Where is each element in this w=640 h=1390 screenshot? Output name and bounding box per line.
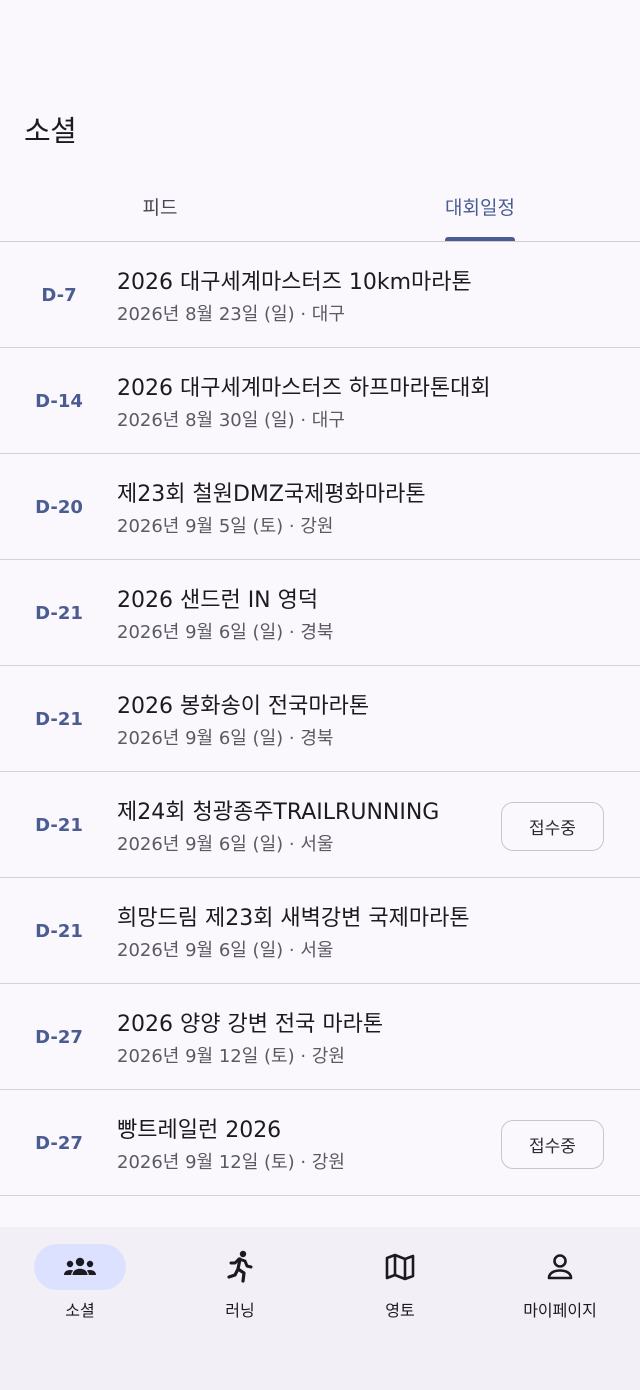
event-name: 2026 양양 강변 전국 마라톤 (117, 1012, 384, 1037)
nav-label: 영토 (385, 1301, 415, 1320)
event-list[interactable]: D-7 2026 대구세계마스터즈 10km마라톤 2026년 8월 23일 (… (0, 242, 640, 1227)
event-date-location: 2026년 9월 6일 (일) · 경북 (117, 622, 334, 643)
event-row[interactable]: D-27 빵트레일런 2026 2026년 9월 12일 (토) · 강원 접수… (0, 1090, 640, 1196)
tab-bar: 피드 대회일정 (0, 170, 640, 242)
dday-badge: D-21 (35, 920, 83, 942)
nav-active-indicator (34, 1244, 126, 1290)
nav-icon-container (354, 1244, 446, 1290)
nav-mypage[interactable]: 마이페이지 (480, 1244, 640, 1334)
event-date-location: 2026년 9월 6일 (일) · 경북 (117, 728, 334, 749)
event-row[interactable]: D-21 2026 샌드런 IN 영덕 2026년 9월 6일 (일) · 경북 (0, 560, 640, 666)
event-name: 2026 샌드런 IN 영덕 (117, 588, 319, 613)
event-date-location: 2026년 9월 12일 (토) · 강원 (117, 1152, 345, 1173)
map-icon (385, 1253, 415, 1281)
active-tab-indicator (445, 237, 515, 241)
event-row[interactable]: D-21 제24회 청광종주TRAILRUNNING 2026년 9월 6일 (… (0, 772, 640, 878)
event-name: 제24회 청광종주TRAILRUNNING (117, 800, 440, 825)
running-icon (227, 1250, 253, 1283)
event-name: 2026 대구세계마스터즈 10km마라톤 (117, 270, 472, 295)
event-date-location: 2026년 8월 23일 (일) · 대구 (117, 304, 345, 325)
dday-badge: D-21 (35, 602, 83, 624)
dday-badge: D-21 (35, 708, 83, 730)
event-name: 빵트레일런 2026 (117, 1118, 282, 1143)
nav-running[interactable]: 러닝 (160, 1244, 320, 1334)
dday-badge: D-27 (35, 1026, 83, 1048)
event-name: 제23회 철원DMZ국제평화마라톤 (117, 482, 426, 507)
event-row[interactable]: D-14 2026 대구세계마스터즈 하프마라톤대회 2026년 8월 30일 … (0, 348, 640, 454)
bottom-navigation: 소셜 러닝 영토 마이페이지 (0, 1227, 640, 1390)
registration-open-button[interactable]: 접수중 (501, 802, 604, 851)
event-row[interactable]: D-7 2026 대구세계마스터즈 10km마라톤 2026년 8월 23일 (… (0, 242, 640, 348)
tab-feed[interactable]: 피드 (0, 170, 320, 242)
event-name: 희망드림 제23회 새벽강변 국제마라톤 (117, 906, 470, 931)
dday-badge: D-7 (41, 284, 77, 306)
event-name: 2026 대구세계마스터즈 하프마라톤대회 (117, 376, 491, 401)
registration-open-button[interactable]: 접수중 (501, 1120, 604, 1169)
dday-badge: D-20 (35, 496, 83, 518)
nav-label: 소셜 (65, 1301, 95, 1320)
event-date-location: 2026년 9월 6일 (일) · 서울 (117, 940, 334, 961)
event-row[interactable]: D-21 희망드림 제23회 새벽강변 국제마라톤 2026년 9월 6일 (일… (0, 878, 640, 984)
event-row-partial[interactable] (0, 1196, 640, 1227)
people-icon (64, 1257, 96, 1275)
dday-badge: D-14 (35, 390, 83, 412)
dday-badge: D-21 (35, 814, 83, 836)
event-date-location: 2026년 8월 30일 (일) · 대구 (117, 410, 345, 431)
page-title: 소셜 (24, 114, 77, 148)
nav-label: 마이페이지 (523, 1301, 597, 1320)
event-row[interactable]: D-27 2026 양양 강변 전국 마라톤 2026년 9월 12일 (토) … (0, 984, 640, 1090)
app-header: 소셜 (0, 0, 640, 170)
event-date-location: 2026년 9월 6일 (일) · 서울 (117, 834, 334, 855)
dday-badge: D-27 (35, 1132, 83, 1154)
nav-label: 러닝 (225, 1301, 255, 1320)
event-name: 2026 봉화송이 전국마라톤 (117, 694, 370, 719)
event-row[interactable]: D-20 제23회 철원DMZ국제평화마라톤 2026년 9월 5일 (토) ·… (0, 454, 640, 560)
tab-events[interactable]: 대회일정 (320, 170, 640, 242)
nav-icon-container (514, 1244, 606, 1290)
person-icon (547, 1254, 573, 1280)
event-date-location: 2026년 9월 5일 (토) · 강원 (117, 516, 334, 537)
nav-social[interactable]: 소셜 (0, 1244, 160, 1334)
nav-icon-container (194, 1244, 286, 1290)
nav-territory[interactable]: 영토 (320, 1244, 480, 1334)
event-row[interactable]: D-21 2026 봉화송이 전국마라톤 2026년 9월 6일 (일) · 경… (0, 666, 640, 772)
event-date-location: 2026년 9월 12일 (토) · 강원 (117, 1046, 345, 1067)
